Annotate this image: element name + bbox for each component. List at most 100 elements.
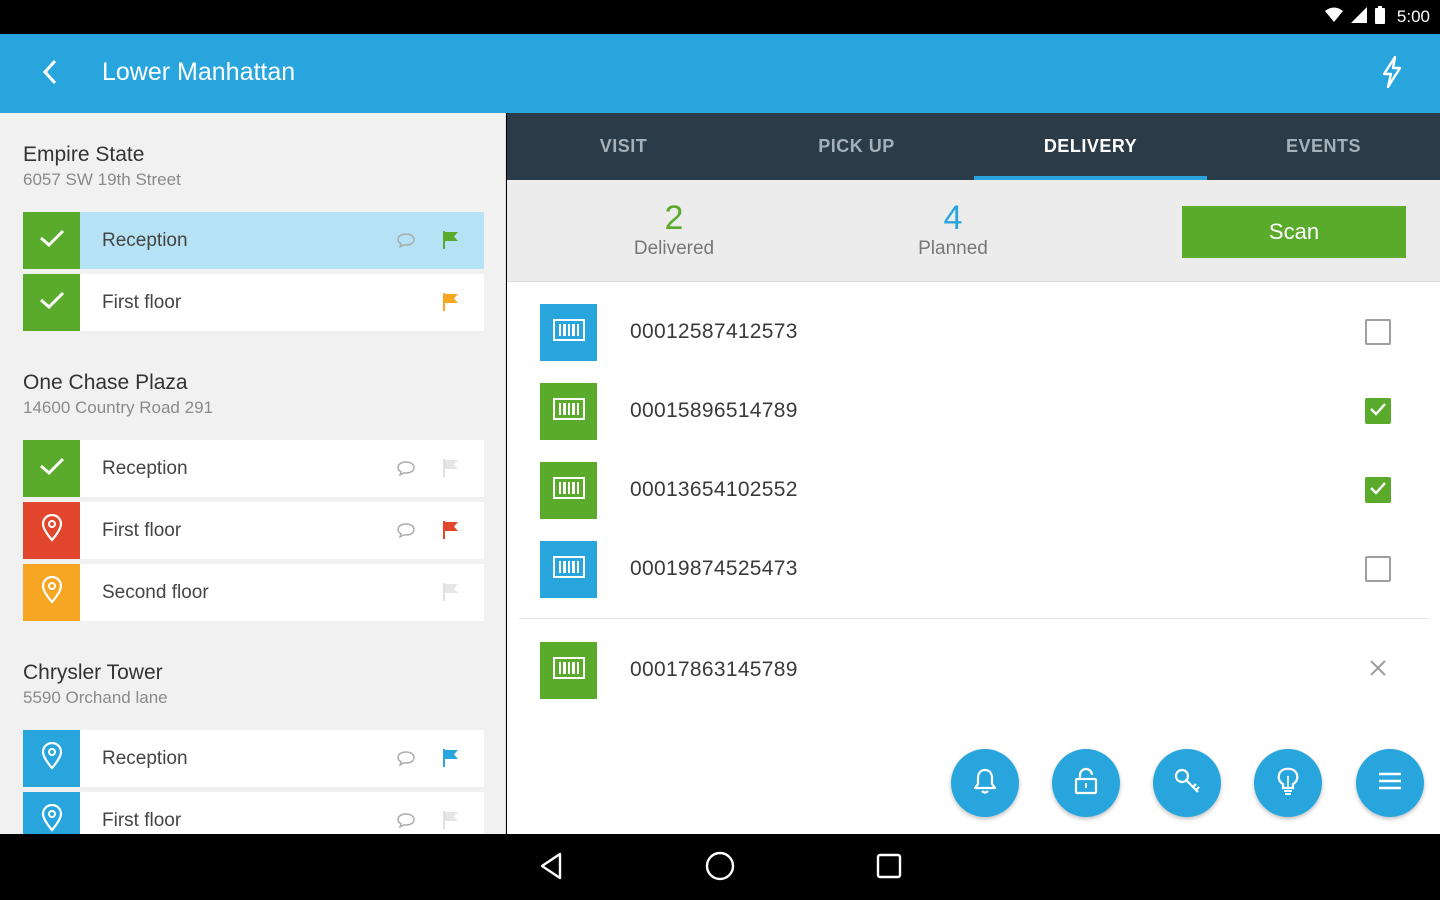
comment-icon[interactable] xyxy=(394,746,418,770)
tab-delivery[interactable]: DELIVERY xyxy=(974,113,1207,180)
barcode-badge xyxy=(540,540,597,598)
parcel-code: 00013654102552 xyxy=(630,478,798,501)
tab-events[interactable]: EVENTS xyxy=(1207,113,1440,180)
parcel-code: 00019874525473 xyxy=(630,557,798,580)
stop-status-pending xyxy=(23,502,80,559)
bolt-icon xyxy=(1381,55,1403,93)
planned-stat: 4 Planned xyxy=(873,200,1033,260)
flag-icon[interactable] xyxy=(439,746,463,770)
location-name: One Chase Plaza xyxy=(23,371,188,394)
barcode-icon xyxy=(552,555,585,583)
stop-status-pending xyxy=(23,564,80,621)
nav-home-button[interactable] xyxy=(700,848,740,888)
stop-row[interactable]: Reception xyxy=(23,440,484,497)
divider xyxy=(519,618,1429,619)
parcel-checkbox[interactable] xyxy=(1365,398,1391,424)
stop-row[interactable]: Reception xyxy=(23,730,484,787)
location-group: Chrysler Tower 5590 Orchand lane xyxy=(23,659,484,709)
stop-row[interactable]: First floor xyxy=(23,274,484,331)
home-circle-icon xyxy=(704,850,736,887)
back-button[interactable] xyxy=(30,52,70,96)
tab-pick-up[interactable]: PICK UP xyxy=(740,113,973,180)
quick-action-button[interactable] xyxy=(1372,54,1412,94)
location-group: Empire State 6057 SW 19th Street xyxy=(23,141,484,191)
stop-status-pending xyxy=(23,730,80,787)
system-nav-bar xyxy=(0,834,1440,900)
stop-row[interactable]: First floor xyxy=(23,502,484,559)
delivery-summary: 2 Delivered 4 Planned Scan xyxy=(507,180,1440,282)
flag-icon[interactable] xyxy=(439,456,463,480)
barcode-badge xyxy=(540,461,597,519)
tip-button[interactable] xyxy=(1254,749,1322,817)
scan-button[interactable]: Scan xyxy=(1182,206,1406,258)
remove-parcel-button[interactable] xyxy=(1365,657,1391,683)
map-pin-icon xyxy=(41,741,63,775)
stop-label: First floor xyxy=(102,809,182,831)
comment-icon[interactable] xyxy=(394,456,418,480)
location-address: 14600 Country Road 291 xyxy=(23,398,213,417)
flag-icon[interactable] xyxy=(439,228,463,252)
stop-row[interactable]: First floor xyxy=(23,792,484,834)
stop-row[interactable]: Second floor xyxy=(23,564,484,621)
parcel-checkbox[interactable] xyxy=(1365,556,1391,582)
map-pin-icon xyxy=(41,575,63,609)
lightbulb-icon xyxy=(1273,766,1303,801)
location-address: 5590 Orchand lane xyxy=(23,688,168,707)
parcel-checkbox[interactable] xyxy=(1365,477,1391,503)
status-icons: 5:00 xyxy=(1324,5,1430,29)
comment-icon[interactable] xyxy=(394,518,418,542)
wifi-icon xyxy=(1324,7,1343,28)
stop-status-done xyxy=(23,274,80,331)
check-icon xyxy=(39,228,65,253)
back-triangle-icon xyxy=(536,851,566,886)
signal-icon xyxy=(1350,6,1367,28)
flag-icon[interactable] xyxy=(439,290,463,314)
comment-icon[interactable] xyxy=(394,808,418,832)
location-group: One Chase Plaza 14600 Country Road 291 xyxy=(23,369,484,419)
barcode-icon xyxy=(552,656,585,684)
notify-button[interactable] xyxy=(951,749,1019,817)
barcode-icon xyxy=(552,397,585,425)
recents-square-icon xyxy=(874,851,904,886)
app-bar: Lower Manhattan xyxy=(0,34,1440,113)
stop-label: Reception xyxy=(102,229,188,251)
parcel-checkbox[interactable] xyxy=(1365,319,1391,345)
stop-label: First floor xyxy=(102,519,182,541)
chevron-left-icon xyxy=(40,58,60,91)
check-icon xyxy=(1369,481,1387,500)
key-button[interactable] xyxy=(1153,749,1221,817)
parcel-row[interactable]: 00015896514789 xyxy=(540,382,1410,440)
parcel-row[interactable]: 00019874525473 xyxy=(540,540,1410,598)
barcode-icon xyxy=(552,318,585,346)
stops-panel: Empire State 6057 SW 19th Street Recepti… xyxy=(0,113,506,834)
map-pin-icon xyxy=(41,803,63,834)
parcel-row[interactable]: 00013654102552 xyxy=(540,461,1410,519)
location-address: 6057 SW 19th Street xyxy=(23,170,181,189)
comment-icon[interactable] xyxy=(394,228,418,252)
parcel-code: 00012587412573 xyxy=(630,320,798,343)
menu-icon xyxy=(1375,766,1405,801)
tab-bar: VISIT PICK UP DELIVERY EVENTS xyxy=(507,113,1440,180)
barcode-icon xyxy=(552,476,585,504)
map-pin-icon xyxy=(41,513,63,547)
flag-icon[interactable] xyxy=(439,808,463,832)
parcel-row[interactable]: 00017863145789 xyxy=(540,641,1410,699)
planned-count: 4 xyxy=(943,199,963,237)
flag-icon[interactable] xyxy=(439,580,463,604)
stop-status-done xyxy=(23,212,80,269)
barcode-badge xyxy=(540,303,597,361)
page-title: Lower Manhattan xyxy=(102,58,296,86)
flag-icon[interactable] xyxy=(439,518,463,542)
battery-icon xyxy=(1374,5,1385,29)
tab-visit[interactable]: VISIT xyxy=(507,113,740,180)
parcel-row[interactable]: 00012587412573 xyxy=(540,303,1410,361)
nav-back-button[interactable] xyxy=(531,848,571,888)
unlock-button[interactable] xyxy=(1052,749,1120,817)
location-name: Chrysler Tower xyxy=(23,661,163,684)
nav-recents-button[interactable] xyxy=(869,848,909,888)
stop-row[interactable]: Reception xyxy=(23,212,484,269)
stop-label: First floor xyxy=(102,291,182,313)
key-icon xyxy=(1172,766,1202,801)
check-icon xyxy=(39,290,65,315)
menu-button[interactable] xyxy=(1356,749,1424,817)
